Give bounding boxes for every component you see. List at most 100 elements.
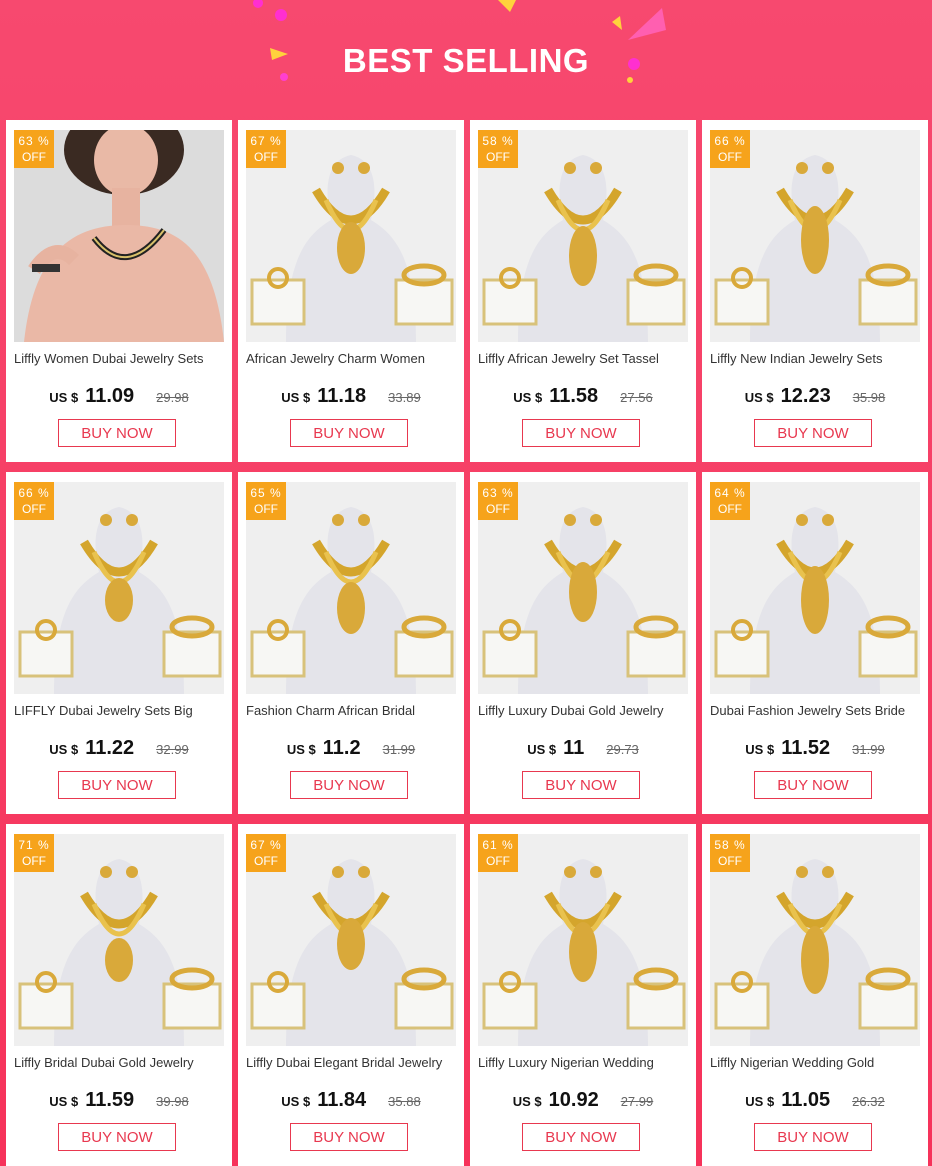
discount-value: 66 [18,486,34,500]
original-price: 27.56 [620,390,653,405]
discount-value: 67 [250,838,266,852]
currency-label: US $ [527,742,557,757]
original-price: 29.73 [606,742,639,757]
price-row: US $ 11.22 32.99 [6,737,232,760]
buy-now-button[interactable]: BUY NOW [58,1123,176,1151]
discount-value: 58 [714,838,730,852]
off-label: OFF [486,502,510,516]
discount-badge: 67 % OFF [246,130,286,168]
original-price: 39.98 [156,1094,189,1109]
off-label: OFF [486,854,510,868]
currency-label: US $ [281,390,311,405]
product-title[interactable]: Liffly Luxury Dubai Gold Jewelry [478,703,692,718]
sale-price: 11.84 [317,1089,367,1111]
currency-label: US $ [49,1094,79,1109]
discount-badge: 63 % OFF [478,482,518,520]
buy-now-button[interactable]: BUY NOW [754,1123,872,1151]
currency-label: US $ [49,742,79,757]
product-title[interactable]: Liffly Nigerian Wedding Gold [710,1055,924,1070]
buy-now-button[interactable]: BUY NOW [522,1123,640,1151]
percent-sign: % [38,838,50,852]
price-row: US $ 11.09 29.98 [6,385,232,408]
product-title[interactable]: African Jewelry Charm Women [246,351,460,366]
buy-now-button[interactable]: BUY NOW [58,419,176,447]
product-title[interactable]: Liffly Luxury Nigerian Wedding [478,1055,692,1070]
buy-now-button[interactable]: BUY NOW [522,771,640,799]
discount-badge: 66 % OFF [710,130,750,168]
buy-now-button[interactable]: BUY NOW [290,1123,408,1151]
product-title[interactable]: Dubai Fashion Jewelry Sets Bride [710,703,924,718]
currency-label: US $ [745,1094,775,1109]
product-card[interactable]: 71 % OFF Liffly Bridal Dubai Gold Jewelry U… [6,824,232,1166]
product-card[interactable]: 63 % OFF Liffly Luxury Dubai Gold Jewelry U… [470,472,696,814]
discount-value: 63 [482,486,498,500]
price-row: US $ 11.84 35.88 [238,1089,464,1112]
discount-value: 63 [18,134,34,148]
discount-value: 71 [18,838,34,852]
product-grid: 63 % OFF Liffly Women Dubai Jewelry Sets US… [6,120,928,1166]
buy-now-button[interactable]: BUY NOW [754,771,872,799]
currency-label: US $ [281,1094,311,1109]
product-title[interactable]: Liffly Dubai Elegant Bridal Jewelry [246,1055,460,1070]
discount-value: 58 [482,134,498,148]
off-label: OFF [718,502,742,516]
product-card[interactable]: 66 % OFF LIFFLY Dubai Jewelry Sets Big US $… [6,472,232,814]
discount-badge: 61 % OFF [478,834,518,872]
off-label: OFF [22,854,46,868]
product-card[interactable]: 61 % OFF Liffly Luxury Nigerian Wedding US … [470,824,696,1166]
discount-badge: 64 % OFF [710,482,750,520]
currency-label: US $ [286,742,316,757]
price-row: US $ 11.18 33.89 [238,385,464,408]
price-row: US $ 11.2 31.99 [238,737,464,760]
discount-value: 67 [250,134,266,148]
original-price: 32.99 [156,742,189,757]
percent-sign: % [502,134,514,148]
product-title[interactable]: LIFFLY Dubai Jewelry Sets Big [14,703,228,718]
percent-sign: % [270,486,282,500]
original-price: 31.99 [852,742,885,757]
price-row: US $ 11 29.73 [470,737,696,760]
off-label: OFF [718,854,742,868]
product-card[interactable]: 64 % OFF Dubai Fashion Jewelry Sets Bride U… [702,472,928,814]
original-price: 27.99 [620,1094,654,1109]
product-card[interactable]: 58 % OFF Liffly Nigerian Wedding Gold US $ 1… [702,824,928,1166]
sale-price: 11.52 [781,737,831,759]
buy-now-button[interactable]: BUY NOW [754,419,872,447]
price-row: US $ 12.23 35.98 [702,385,928,408]
buy-now-button[interactable]: BUY NOW [290,771,408,799]
confetti-decoration [253,0,666,83]
price-row: US $ 11.52 31.99 [702,737,928,760]
percent-sign: % [734,134,746,148]
product-card[interactable]: 58 % OFF Liffly African Jewelry Set Tassel… [470,120,696,462]
product-title[interactable]: Liffly Women Dubai Jewelry Sets [14,351,228,366]
product-card[interactable]: 66 % OFF Liffly New Indian Jewelry Sets US … [702,120,928,462]
product-card[interactable]: 67 % OFF African Jewelry Charm Women US $ 11… [238,120,464,462]
price-row: US $ 10.92 27.99 [470,1089,696,1112]
currency-label: US $ [49,390,79,405]
buy-now-button[interactable]: BUY NOW [522,419,640,447]
sale-price: 11.58 [549,385,599,407]
currency-label: US $ [744,390,774,405]
original-price: 29.98 [156,390,189,405]
off-label: OFF [254,502,278,516]
currency-label: US $ [512,1094,542,1109]
product-card[interactable]: 67 % OFF Liffly Dubai Elegant Bridal Jewel… [238,824,464,1166]
product-card[interactable]: 65 % OFF Fashion Charm African Bridal US $ 1… [238,472,464,814]
discount-badge: 58 % OFF [478,130,518,168]
product-card[interactable]: 63 % OFF Liffly Women Dubai Jewelry Sets US… [6,120,232,462]
product-title[interactable]: Liffly Bridal Dubai Gold Jewelry [14,1055,228,1070]
off-label: OFF [486,150,510,164]
product-title[interactable]: Liffly New Indian Jewelry Sets [710,351,924,366]
sale-price: 11.22 [85,737,135,759]
percent-sign: % [502,486,514,500]
discount-badge: 58 % OFF [710,834,750,872]
product-title[interactable]: Fashion Charm African Bridal [246,703,460,718]
off-label: OFF [22,150,46,164]
buy-now-button[interactable]: BUY NOW [58,771,176,799]
off-label: OFF [254,854,278,868]
currency-label: US $ [745,742,775,757]
product-title[interactable]: Liffly African Jewelry Set Tassel [478,351,692,366]
banner-header: BEST SELLING [0,0,932,118]
buy-now-button[interactable]: BUY NOW [290,419,408,447]
currency-label: US $ [513,390,543,405]
